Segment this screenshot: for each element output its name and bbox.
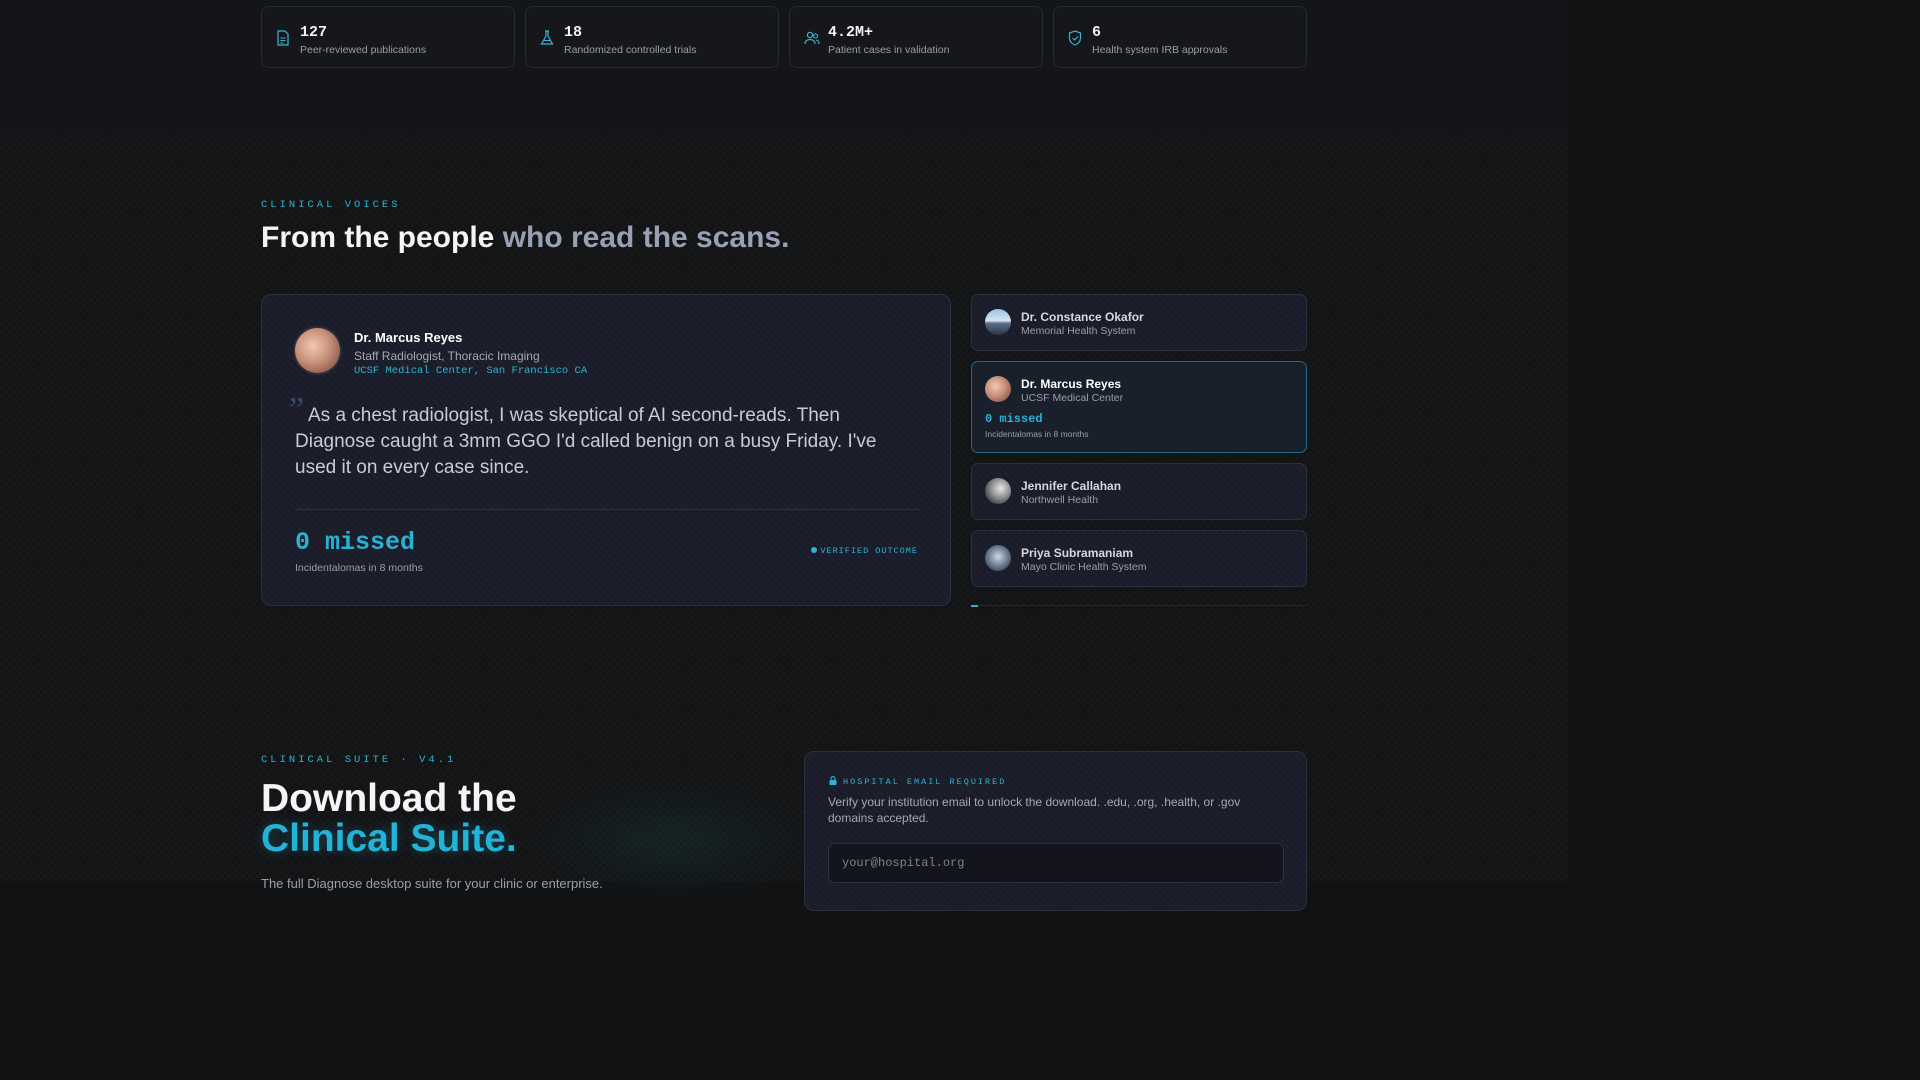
avatar (985, 478, 1011, 504)
selector-org: Northwell Health (1021, 494, 1099, 506)
avatar (985, 309, 1011, 335)
email-required-label: HOSPITAL EMAIL REQUIRED (829, 776, 1006, 787)
selector-name: Dr. Constance Okafor (1021, 310, 1144, 324)
download-description: The full Diagnose desktop suite for your… (261, 876, 603, 891)
stat-label: Randomized controlled trials (564, 44, 697, 56)
verified-outcome-label: VERIFIED OUTCOME (820, 546, 918, 556)
section-heading: From the people who read the scans. (261, 221, 789, 255)
download-eyebrow: CLINICAL SUITE · V4.1 (261, 754, 457, 766)
stat-value: 127 (300, 24, 328, 41)
outcome-metric: 0 missed (295, 528, 416, 557)
download-verification-card: HOSPITAL EMAIL REQUIRED Verify your inst… (804, 751, 1307, 911)
document-icon (277, 30, 289, 46)
selector-org: Mayo Clinic Health System (1021, 561, 1147, 573)
avatar (295, 328, 340, 373)
testimonial-selector-subramaniam[interactable]: Priya Subramaniam Mayo Clinic Health Sys… (971, 530, 1307, 587)
hospital-email-input[interactable] (828, 843, 1284, 883)
testimonial-selector-okafor[interactable]: Dr. Constance Okafor Memorial Health Sys… (971, 294, 1307, 351)
stat-card-patient-cases: 4.2M+ Patient cases in validation (789, 6, 1043, 68)
download-heading-line1: Download the (261, 777, 517, 820)
status-dot-icon (811, 547, 818, 553)
stat-value: 6 (1092, 24, 1102, 41)
stat-value: 4.2M+ (828, 24, 874, 41)
verified-outcome-badge: VERIFIED OUTCOME (811, 546, 918, 556)
testimonial-quote: As a chest radiologist, I was skeptical … (295, 405, 877, 478)
selector-metric-label: Incidentalomas in 8 months (985, 429, 1089, 439)
divider (295, 509, 919, 510)
stat-card-trials: 18 Randomized controlled trials (525, 6, 779, 68)
heading-muted: who read the scans. (502, 221, 790, 254)
verification-instructions: Verify your institution email to unlock … (828, 795, 1241, 825)
section-eyebrow: CLINICAL VOICES (261, 199, 401, 211)
avatar (985, 376, 1011, 402)
flask-icon (540, 30, 554, 45)
stat-label: Peer-reviewed publications (300, 44, 427, 56)
download-heading: Download the Clinical Suite. (261, 779, 517, 859)
rotation-progress-fill (971, 605, 978, 607)
stat-value: 18 (564, 24, 583, 41)
rotation-progress-bar (971, 605, 1307, 607)
stat-card-irb-approvals: 6 Health system IRB approvals (1053, 6, 1307, 68)
stats-band: 127 Peer-reviewed publications 18 Random… (0, 0, 1568, 134)
selector-org: UCSF Medical Center (1021, 392, 1124, 404)
testimonial-role: Staff Radiologist, Thoracic Imaging (354, 349, 540, 363)
testimonial-org: UCSF Medical Center, San Francisco CA (354, 365, 588, 377)
stat-label: Patient cases in validation (828, 44, 950, 56)
selector-name: Priya Subramaniam (1021, 546, 1134, 560)
avatar (985, 545, 1011, 571)
email-required-text: HOSPITAL EMAIL REQUIRED (843, 777, 1007, 787)
testimonial-selector-callahan[interactable]: Jennifer Callahan Northwell Health (971, 463, 1307, 520)
testimonial-name: Dr. Marcus Reyes (354, 330, 463, 345)
download-heading-line2: Clinical Suite. (261, 817, 517, 860)
featured-testimonial-card: Dr. Marcus Reyes Staff Radiologist, Thor… (261, 294, 951, 606)
stat-card-publications: 127 Peer-reviewed publications (261, 6, 515, 68)
testimonial-selector-reyes[interactable]: Dr. Marcus Reyes UCSF Medical Center 0 m… (971, 361, 1307, 453)
selector-metric: 0 missed (985, 412, 1043, 426)
shield-check-icon (1068, 30, 1082, 46)
heading-main: From the people (261, 221, 503, 254)
users-icon (804, 31, 820, 45)
outcome-metric-label: Incidentalomas in 8 months (295, 562, 423, 574)
selector-name: Jennifer Callahan (1021, 479, 1122, 493)
lock-icon (829, 776, 837, 785)
selector-org: Memorial Health System (1021, 325, 1136, 337)
stat-label: Health system IRB approvals (1092, 44, 1228, 56)
selector-name: Dr. Marcus Reyes (1021, 377, 1122, 391)
